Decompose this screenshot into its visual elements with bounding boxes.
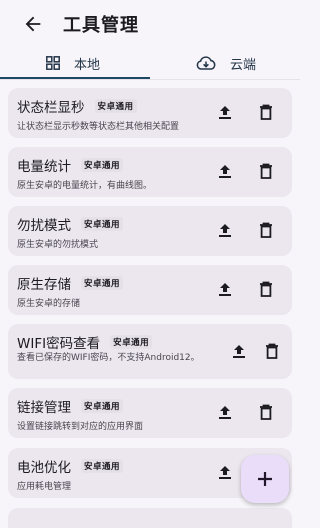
tab-cloud-label: 云端 (230, 57, 257, 73)
delete-icon[interactable] (257, 162, 275, 180)
upload-icon[interactable] (216, 463, 234, 481)
upload-icon[interactable] (216, 280, 234, 298)
tool-description: 应用耗电管理 (17, 482, 72, 492)
tool-badge: 安卓通用 (81, 459, 124, 473)
tab-local-label: 本地 (74, 57, 101, 73)
tool-title: 状态栏显秒 (17, 100, 85, 116)
back-arrow-icon[interactable] (22, 13, 44, 35)
tool-description: 让状态栏显示秒数等状态栏其他相关配置 (17, 122, 180, 132)
delete-icon[interactable] (257, 103, 275, 121)
tool-title: 勿扰模式 (17, 218, 71, 234)
tool-title: 链接管理 (17, 400, 71, 416)
delete-icon[interactable] (257, 280, 275, 298)
tool-description: 原生安卓的勿扰模式 (17, 240, 99, 250)
tool-badge: 安卓通用 (94, 99, 137, 113)
tool-card-link-management[interactable]: 链接管理 安卓通用 设置链接跳转到对应的应用界面 (8, 388, 292, 438)
tab-divider (0, 79, 300, 80)
tool-title: 电量统计 (17, 159, 71, 175)
tool-card-status-bar-seconds[interactable]: 状态栏显秒 安卓通用 让状态栏显示秒数等状态栏其他相关配置 (8, 88, 292, 138)
delete-icon[interactable] (263, 342, 281, 360)
delete-icon[interactable] (257, 221, 275, 239)
tool-description: 原生安卓的电量统计，有曲线图。 (17, 181, 153, 191)
tab-local[interactable]: 本地 (46, 48, 100, 78)
upload-icon[interactable] (216, 403, 234, 421)
tool-card-wifi-password[interactable]: WIFI密码查看 安卓通用 查看已保存的WIFI密码，不支持Android12。 (8, 324, 292, 379)
tab-cloud[interactable]: 云端 (196, 48, 256, 78)
tool-badge: 安卓通用 (81, 158, 124, 172)
tool-description: 设置链接跳转到对应的应用界面 (17, 422, 144, 432)
tool-title: WIFI密码查看 (17, 336, 101, 352)
tool-card-battery-stats[interactable]: 电量统计 安卓通用 原生安卓的电量统计，有曲线图。 (8, 147, 292, 197)
grid-icon (46, 56, 60, 70)
upload-icon[interactable] (230, 342, 248, 360)
tool-card-native-storage[interactable]: 原生存储 安卓通用 原生安卓的存储 (8, 265, 292, 315)
tool-description: 原生安卓的存储 (17, 299, 81, 309)
plus-icon (258, 472, 272, 486)
tool-badge: 安卓通用 (81, 217, 124, 231)
add-tool-button[interactable] (241, 455, 289, 503)
tool-badge: 安卓通用 (81, 276, 124, 290)
tool-badge: 安卓通用 (81, 399, 124, 413)
tool-card-do-not-disturb[interactable]: 勿扰模式 安卓通用 原生安卓的勿扰模式 (8, 206, 292, 256)
delete-icon[interactable] (257, 403, 275, 421)
tool-card-partial[interactable] (8, 508, 292, 528)
tool-title: 原生存储 (17, 277, 71, 293)
upload-icon[interactable] (216, 162, 234, 180)
page-title: 工具管理 (63, 15, 139, 36)
upload-icon[interactable] (216, 103, 234, 121)
tool-description: 查看已保存的WIFI密码，不支持Android12。 (17, 353, 200, 363)
cloud-download-icon (196, 56, 216, 70)
tool-title: 电池优化 (17, 460, 71, 476)
tab-bar: 本地 云端 (0, 48, 300, 80)
app-bar: 工具管理 (0, 0, 300, 48)
upload-icon[interactable] (216, 221, 234, 239)
tool-badge: 安卓通用 (110, 335, 153, 349)
